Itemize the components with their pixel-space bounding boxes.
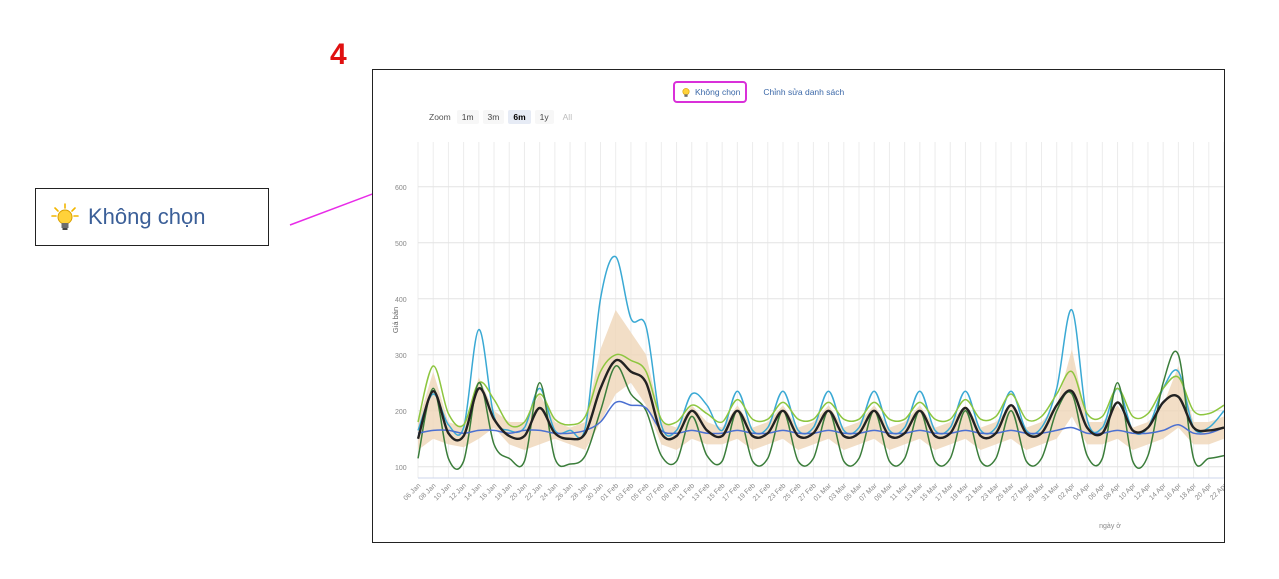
y-tick-label: 200 [395,409,407,416]
step-number: 4 [330,38,347,71]
y-tick-label: 500 [395,241,407,248]
screenshot-frame: Không chọn Chỉnh sửa danh sách Zoom 1m 3… [372,69,1225,543]
callout-zoom-box: Không chọn [35,188,269,246]
x-tick-label: 22 Apr [1209,482,1225,502]
y-tick-label: 600 [395,185,407,192]
y-tick-label: 100 [395,465,407,472]
y-tick-label: 300 [395,353,407,360]
y-tick-label: 400 [395,297,407,304]
y-axis-label: Giá bán [391,307,400,333]
x-axis-label: ngày ở [1099,522,1121,530]
callout-label: Không chọn [88,204,206,229]
price-chart: 100200300400500600Giá bán06 Jan08 Jan10 … [391,142,1225,530]
x-tick-label: 31 Mar [1041,482,1062,503]
lightbulb-icon [51,203,79,230]
